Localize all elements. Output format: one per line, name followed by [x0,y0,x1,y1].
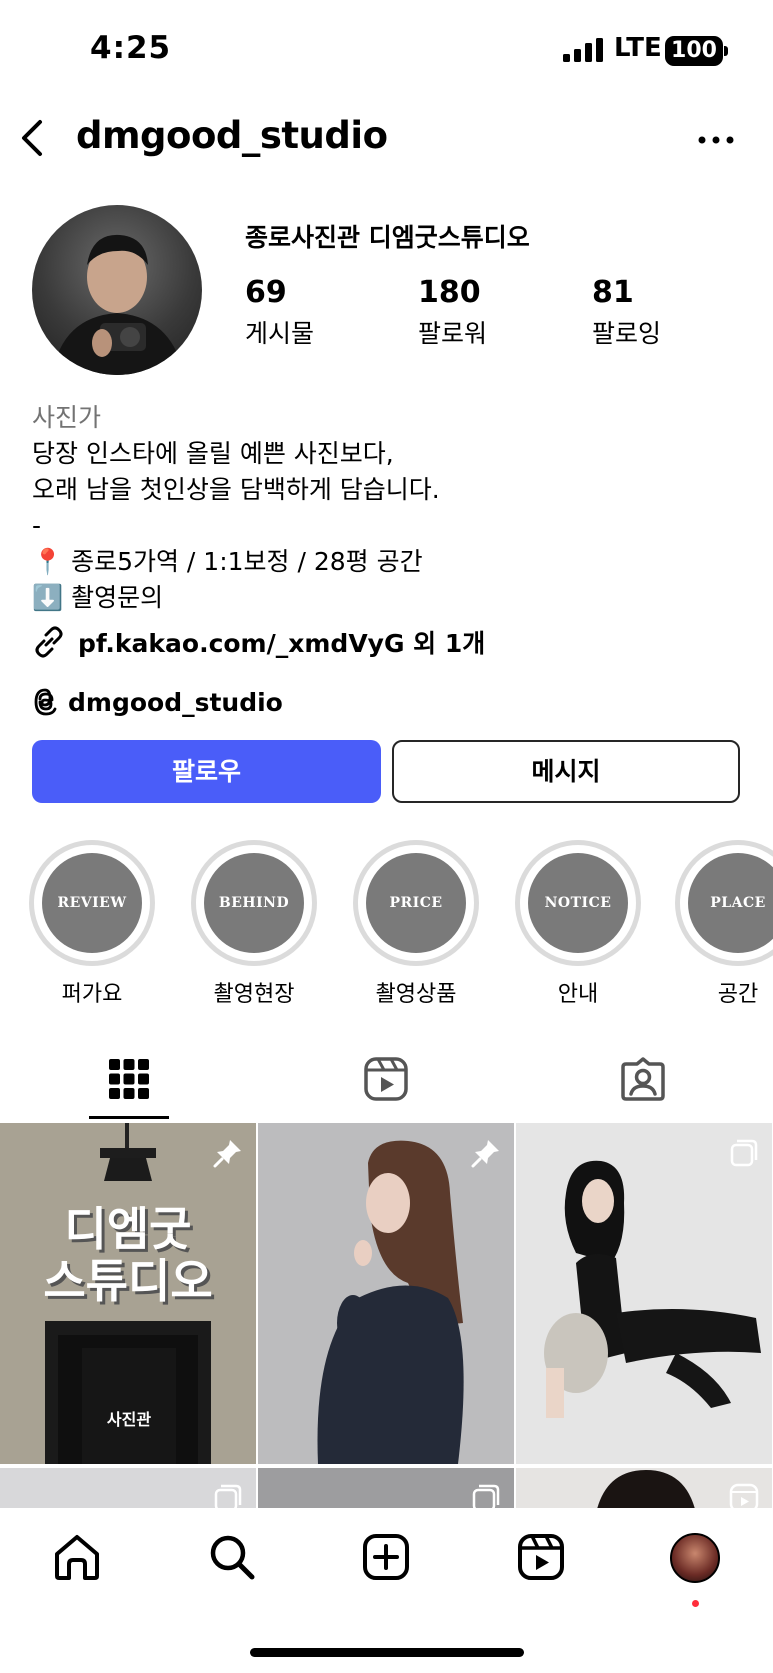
profile-avatar[interactable] [32,205,202,375]
portrait-photo [258,1123,514,1464]
post-thumbnail[interactable] [258,1123,514,1464]
pinned-icon [471,1140,499,1168]
highlight-label: 퍼가요 [61,982,123,1007]
highlight-label: 촬영현장 [213,982,295,1007]
bio-line: 당장 인스타에 올릴 예쁜 사진보다, [32,439,394,468]
more-options-icon[interactable] [694,122,738,158]
status-bar: 4:25 LTE 100 [0,0,773,100]
profile-category: 사진가 [32,403,102,432]
door-sign-text: 사진관 [106,1410,152,1429]
battery-tip [724,46,728,56]
highlight-ring: BEHIND [191,840,317,966]
create-post-icon[interactable] [361,1532,411,1582]
highlight-review[interactable]: REVIEW 퍼가요 [27,840,157,1008]
grid-tab-icon[interactable] [106,1056,152,1102]
reels-icon[interactable] [516,1532,566,1582]
cellular-signal-icon [563,38,603,62]
posts-count-label: 게시물 [245,319,315,348]
bio-line: ⬇️ 촬영문의 [32,583,164,612]
post-thumbnail[interactable] [258,1468,514,1513]
portrait-photo [516,1123,772,1464]
threads-link[interactable]: dmgood_studio [32,682,283,722]
highlight-price[interactable]: PRICE 촬영상품 [351,840,481,1008]
post-thumbnail[interactable] [516,1123,772,1464]
bio-line: 📍 종로5가역 / 1:1보정 / 28평 공간 [32,547,423,576]
profile-bio: 사진가 당장 인스타에 올릴 예쁜 사진보다, 오래 남을 첫인상을 담백하게 … [32,400,752,616]
back-arrow-icon[interactable] [14,114,54,162]
profile-link-text: pf.kakao.com/_xmdVyG 외 1개 [78,629,486,658]
highlight-label: 안내 [557,982,599,1007]
avatar-photo [52,234,184,375]
profile-header: dmgood_studio [0,100,773,180]
post-thumbnail[interactable] [0,1468,256,1513]
highlight-label: 공간 [717,982,759,1007]
followers-count-label: 팔로워 [418,319,488,348]
highlight-cover: REVIEW [42,853,142,953]
highlight-cover: PLACE [688,853,773,953]
highlight-ring: NOTICE [515,840,641,966]
post-thumbnail[interactable] [516,1468,772,1513]
post-thumbnail[interactable]: 디엠굿 스튜디오 사진관 [0,1123,256,1464]
following-count[interactable]: 81 팔로잉 [592,275,661,350]
profile-tabs [0,1040,773,1120]
home-indicator [250,1648,524,1657]
pinned-icon [213,1140,241,1168]
network-type: LTE [614,33,662,63]
notification-dot [692,1600,699,1607]
posts-count-value: 69 [245,275,287,310]
following-count-label: 팔로잉 [592,319,662,348]
highlight-behind[interactable]: BEHIND 촬영현장 [189,840,319,1008]
search-icon[interactable] [207,1532,257,1582]
follow-button[interactable]: 팔로우 [32,740,381,803]
profile-link[interactable]: pf.kakao.com/_xmdVyG 외 1개 [32,622,485,662]
bio-line: 오래 남을 첫인상을 담백하게 담습니다. [32,475,440,504]
tagged-tab-icon[interactable] [620,1056,666,1102]
highlight-cover: PRICE [366,853,466,953]
highlight-notice[interactable]: NOTICE 안내 [513,840,643,1008]
link-icon [35,626,63,658]
threads-icon [34,688,57,716]
threads-handle: dmgood_studio [68,687,283,717]
highlight-cover: BEHIND [204,853,304,953]
bio-line: - [32,511,42,540]
highlight-cover: NOTICE [528,853,628,953]
active-tab-indicator [89,1116,169,1119]
posts-grid: 디엠굿 스튜디오 사진관 [0,1123,773,1513]
followers-count[interactable]: 180 팔로워 [418,275,487,350]
status-time: 4:25 [90,30,172,66]
carousel-icon [730,1139,758,1167]
message-button[interactable]: 메시지 [392,740,740,803]
followers-count-value: 180 [418,275,481,310]
profile-nav-avatar[interactable] [670,1533,720,1583]
highlight-label: 촬영상품 [375,982,457,1007]
posts-count[interactable]: 69 게시물 [245,275,314,350]
battery-icon: 100 [665,36,723,66]
highlight-ring: REVIEW [29,840,155,966]
reels-tab-icon[interactable] [363,1056,409,1102]
following-count-value: 81 [592,275,634,310]
highlight-ring: PLACE [675,840,773,966]
display-name: 종로사진관 디엠굿스튜디오 [245,223,530,252]
home-icon[interactable] [52,1532,102,1582]
header-username: dmgood_studio [76,114,388,157]
highlight-place[interactable]: PLACE 공간 [675,840,773,1008]
highlight-ring: PRICE [353,840,479,966]
studio-sign-text: 디엠굿 스튜디오 [43,1202,213,1308]
